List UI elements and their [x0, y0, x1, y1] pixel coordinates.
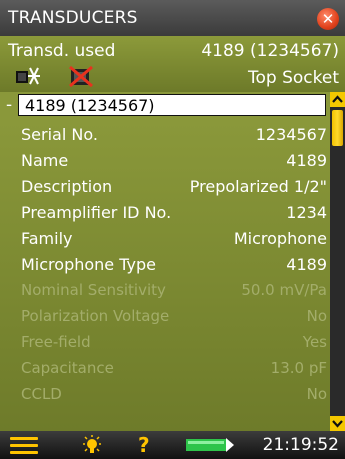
property-value: Prepolarized 1/2": [189, 177, 327, 196]
property-value: 50.0 mV/Pa: [241, 281, 327, 299]
title-bar: TRANSDUCERS ✕: [0, 0, 345, 36]
property-value: 4189: [286, 255, 327, 274]
window-title: TRANSDUCERS: [8, 8, 138, 28]
property-value: Yes: [302, 333, 327, 351]
property-value: Microphone: [233, 229, 327, 248]
property-label: Free-field: [21, 333, 91, 351]
transducer-used-value[interactable]: 4189 (1234567): [201, 41, 339, 61]
help-icon[interactable]: ?: [138, 433, 150, 457]
property-row[interactable]: Microphone Type 4189: [0, 252, 330, 278]
menu-icon[interactable]: [10, 437, 38, 455]
transducer-used-label: Transd. used: [8, 41, 116, 61]
transducer-tree-row[interactable]: - 4189 (1234567): [0, 92, 330, 120]
battery-icon[interactable]: [186, 438, 234, 452]
status-bar: ? 21:19:52: [0, 431, 345, 459]
transducer-header: Transd. used 4189 (1234567) Top Socket: [0, 36, 345, 92]
backlight-icon[interactable]: [80, 434, 104, 456]
properties-list: Serial No. 1234567 Name 4189 Description Prep…: [0, 120, 330, 431]
property-row[interactable]: Family Microphone: [0, 226, 330, 252]
property-value: 1234567: [255, 125, 327, 144]
property-label: Name: [21, 151, 69, 170]
collapse-toggle[interactable]: -: [6, 95, 12, 115]
property-label: Polarization Voltage: [21, 307, 170, 325]
property-label: Description: [21, 177, 113, 196]
property-row[interactable]: Capacitance 13.0 pF: [0, 356, 330, 382]
property-row[interactable]: Preamplifier ID No. 1234: [0, 200, 330, 226]
property-row[interactable]: Polarization Voltage No: [0, 304, 330, 330]
property-label: Family: [21, 229, 73, 248]
property-value: No: [306, 385, 327, 403]
property-label: Nominal Sensitivity: [21, 281, 166, 299]
property-label: Capacitance: [21, 359, 114, 377]
property-row[interactable]: Serial No. 1234567: [0, 122, 330, 148]
property-row[interactable]: Name 4189: [0, 148, 330, 174]
property-row[interactable]: Nominal Sensitivity 50.0 mV/Pa: [0, 278, 330, 304]
scroll-up-arrow-icon[interactable]: [330, 92, 345, 107]
property-value: 13.0 pF: [270, 359, 327, 377]
scroll-thumb[interactable]: [332, 110, 343, 146]
property-value: No: [306, 307, 327, 325]
scrollbar[interactable]: [330, 92, 345, 431]
clock: 21:19:52: [262, 435, 339, 455]
property-value: 4189: [286, 151, 327, 170]
socket-value[interactable]: Top Socket: [248, 68, 339, 88]
transducer-icon[interactable]: [14, 65, 40, 87]
selected-transducer[interactable]: 4189 (1234567): [18, 94, 326, 116]
transducer-disabled-icon[interactable]: [68, 65, 94, 87]
property-label: Microphone Type: [21, 255, 156, 274]
property-label: Preamplifier ID No.: [21, 203, 172, 222]
property-label: Serial No.: [21, 125, 98, 144]
property-label: CCLD: [21, 385, 62, 403]
scroll-down-arrow-icon[interactable]: [330, 416, 345, 431]
close-icon[interactable]: ✕: [317, 8, 339, 30]
property-row[interactable]: Free-field Yes: [0, 330, 330, 356]
transducers-screen: TRANSDUCERS ✕ Transd. used 4189 (1234567…: [0, 0, 345, 459]
property-value: 1234: [286, 203, 327, 222]
property-row[interactable]: Description Prepolarized 1/2": [0, 174, 330, 200]
property-row[interactable]: CCLD No: [0, 382, 330, 408]
